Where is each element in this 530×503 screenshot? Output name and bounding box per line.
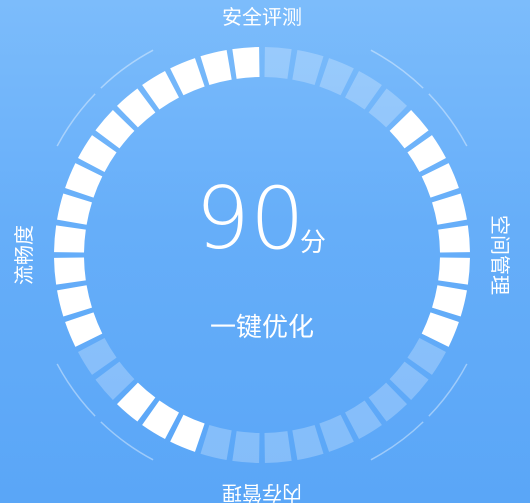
space-segment-filled — [438, 225, 470, 253]
fluency-segment-filled — [54, 225, 86, 253]
fluency-label[interactable]: 流畅度 — [12, 225, 36, 285]
security-segment-empty — [319, 58, 354, 96]
memory-segment-empty — [319, 414, 354, 452]
memory-segment-empty — [264, 431, 292, 463]
space-segment-filled — [421, 163, 459, 198]
security-outer-arc — [370, 49, 424, 89]
gauge-ring: 安全评测空间管理内存管理 流畅度 90 分 一键优化 — [12, 5, 512, 503]
fluency-segment-filled — [54, 257, 86, 285]
security-segment-filled — [170, 58, 205, 96]
security-segment-empty — [292, 50, 324, 85]
score-dashboard: 安全评测空间管理内存管理 流畅度 90 分 一键优化 — [0, 0, 530, 503]
security-segment-filled — [200, 50, 232, 85]
security-segment-empty — [264, 47, 292, 79]
space-segment-filled — [432, 193, 467, 225]
space-outer-arc — [428, 93, 468, 147]
memory-outer-arc — [370, 421, 424, 461]
fluency-segment-filled — [57, 285, 92, 317]
memory-segment-empty — [232, 431, 260, 463]
fluency-outer-arc — [56, 363, 96, 417]
score-value: 90 — [195, 169, 304, 269]
fluency-outer-arc — [56, 93, 96, 147]
space-label[interactable]: 空间管理 — [488, 215, 512, 295]
memory-segment-filled — [170, 414, 205, 452]
memory-label[interactable]: 内存管理 — [222, 481, 302, 503]
security-label[interactable]: 安全评测 — [222, 5, 302, 29]
space-segment-filled — [432, 285, 467, 317]
fluency-segment-filled — [65, 163, 103, 198]
fluency-segment-filled — [65, 312, 103, 347]
memory-segment-empty — [200, 425, 232, 460]
one-click-optimize-button[interactable]: 一键优化 — [210, 313, 314, 343]
security-outer-arc — [100, 49, 154, 89]
space-segment-filled — [421, 312, 459, 347]
security-segment-filled — [232, 47, 260, 79]
space-segment-filled — [438, 257, 470, 285]
fluency-segment-filled — [57, 193, 92, 225]
memory-outer-arc — [100, 421, 154, 461]
memory-segment-empty — [292, 425, 324, 460]
space-outer-arc — [428, 363, 468, 417]
score-unit: 分 — [300, 228, 326, 258]
